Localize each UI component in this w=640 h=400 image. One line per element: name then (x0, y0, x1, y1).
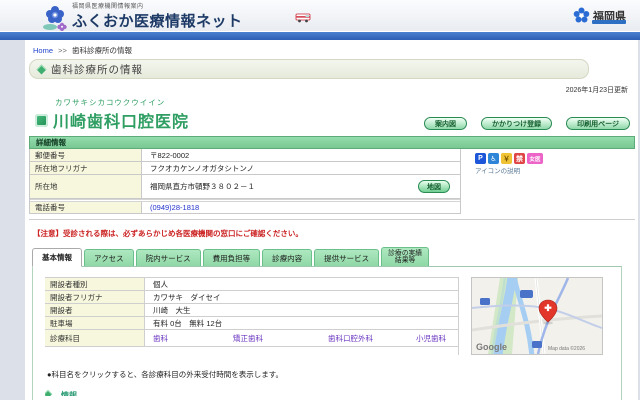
updated-date: 2026年1月23日更新 (565, 87, 628, 94)
barrier-free-icon: ♿ (488, 153, 499, 164)
parking-value: 有料 0台 無料 12台 (153, 318, 223, 328)
family-registration-button[interactable]: かかりつけ登録 (481, 117, 553, 130)
tab-provided-services[interactable]: 提供サービス (314, 249, 380, 266)
diamond-icon (45, 390, 53, 396)
ambulance-icon (295, 13, 311, 23)
table-row: 開設者 川崎 大生 (45, 304, 458, 317)
postal-code-value: 〒822-0002 (150, 150, 190, 160)
credit-card-icon: ￥ (501, 153, 512, 164)
print-page-button[interactable]: 印刷用ページ (566, 117, 630, 130)
location-map[interactable]: Google Map data ©2026 (471, 275, 603, 357)
flower-logo-icon (43, 5, 67, 31)
departments-footnote: ●科目名をクリックすると、各診療科目の外来受付時間を表示します。 (47, 370, 283, 379)
breadcrumb-current: 歯科診療所の情報 (71, 46, 132, 55)
notice-text: 【注意】受診される際は、必ずあらかじめ各医療機関の窓口にご確認ください。 (33, 229, 303, 238)
clinic-header: カワサキシカコウクウイイン 川崎歯科口腔医院 案内図 かかりつけ登録 印刷用ペー… (29, 95, 636, 136)
clinic-name: 川崎歯科口腔医院 (53, 114, 190, 131)
row-label: 所在地フリガナ (30, 162, 142, 174)
clinic-bullet-icon (35, 113, 48, 127)
breadcrumb: Home >> 歯科診療所の情報 (29, 43, 636, 59)
row-label: 所在地 (30, 175, 142, 198)
prefecture-badge (592, 20, 626, 24)
department-link-dentistry[interactable]: 歯科 (153, 333, 233, 344)
tab-costs[interactable]: 費用負担等 (202, 249, 261, 266)
table-row: 郵便番号 〒822-0002 (30, 149, 460, 162)
details-section-header: 詳細情報 (29, 136, 635, 149)
google-logo: Google (476, 342, 507, 352)
table-row: 開設者種別 個人 (45, 278, 458, 291)
prefecture-logo[interactable]: 福岡県 (573, 7, 626, 24)
guide-map-button[interactable]: 案内図 (424, 117, 468, 130)
site-logo[interactable]: 福岡県医療機関情報案内 ふくおか医療情報ネット (42, 1, 243, 31)
tab-results-line2: 結果等 (394, 257, 416, 264)
row-label: 開設者フリガナ (45, 291, 145, 303)
content-panel: Home >> 歯科診療所の情報 歯科診療所の情報 2026年1月23日更新 カ… (25, 40, 638, 400)
tab-access[interactable]: アクセス (84, 249, 134, 266)
clinic-furigana: カワサキシカコウクウイイン (55, 98, 166, 107)
map-button[interactable]: 地図 (418, 180, 450, 193)
row-label: 開設者 (45, 304, 145, 316)
address-value: 福岡県直方市頓野３８０２－１ (150, 182, 255, 191)
icons-caption-link[interactable]: アイコンの説明 (475, 165, 543, 175)
partial-section-text: 情報 (61, 391, 77, 396)
department-link-pediatric-dentistry[interactable]: 小児歯科 (416, 333, 446, 344)
tab-basic-info[interactable]: 基本情報 (32, 248, 82, 267)
tab-results-line1: 診療の実績 (388, 250, 423, 257)
row-label: 郵便番号 (30, 149, 142, 161)
table-row: 所在地フリガナ フクオカケンノオガタシトンノ (30, 162, 460, 175)
prefecture-flower-icon (573, 7, 590, 23)
row-label: 電話番号 (30, 202, 142, 213)
phone-link[interactable]: (0949)28-1818 (150, 203, 199, 212)
address-furigana-value: フクオカケンノオガタシトンノ (150, 163, 255, 173)
details-section: 郵便番号 〒822-0002 所在地フリガナ フクオカケンノオガタシトンノ 所在… (29, 149, 635, 214)
tab-strip: 基本情報 アクセス 院内サービス 費用負担等 診療内容 提供サービス 診療の実績… (32, 247, 636, 267)
table-row: 診療科目 歯科 矯正歯科 歯科口腔外科 小児歯科 (45, 330, 458, 347)
founder-type-value: 個人 (153, 279, 168, 289)
header-divider-bar (0, 31, 640, 40)
map-attribution: Map data ©2026 (548, 345, 585, 352)
partial-section-link[interactable]: 情報 (45, 390, 609, 396)
route-shield-icon (532, 341, 542, 348)
department-link-oral-surgery[interactable]: 歯科口腔外科 (328, 333, 416, 344)
page-title-bar: 歯科診療所の情報 (29, 59, 589, 79)
founder-furigana-value: カワサキ ダイセイ (153, 292, 221, 302)
basic-info-table: 開設者種別 個人 開設者フリガナ カワサキ ダイセイ 開設者 川崎 大生 駐車場… (45, 277, 459, 355)
female-doctor-icon: 女医 (527, 153, 543, 164)
page-title: 歯科診療所の情報 (51, 63, 143, 76)
table-row: 所在地 福岡県直方市頓野３８０２－１ 地図 (30, 175, 460, 199)
site-title: ふくおか医療情報ネット (72, 12, 243, 30)
site-subtitle: 福岡県医療機関情報案内 (72, 3, 144, 10)
department-link-orthodontics[interactable]: 矯正歯科 (233, 333, 328, 344)
no-smoking-icon: 禁 (514, 153, 525, 164)
tab-results[interactable]: 診療の実績 結果等 (381, 247, 430, 266)
row-label: 診療科目 (45, 330, 145, 346)
founder-name-value: 川崎 大生 (153, 305, 191, 315)
row-label: 開設者種別 (45, 278, 145, 290)
route-shield-icon (480, 298, 490, 305)
table-row: 電話番号 (0949)28-1818 (30, 199, 460, 214)
route-shield-icon (520, 290, 533, 298)
tab-treatment-details[interactable]: 診療内容 (262, 249, 313, 266)
breadcrumb-home-link[interactable]: Home (33, 46, 53, 55)
table-row: 開設者フリガナ カワサキ ダイセイ (45, 291, 458, 304)
parking-icon: P (475, 153, 486, 164)
facility-icons-area: P ♿ ￥ 禁 女医 アイコンの説明 (461, 149, 543, 214)
row-label: 駐車場 (45, 317, 145, 329)
table-row: 駐車場 有料 0台 無料 12台 (45, 317, 458, 330)
diamond-icon (36, 64, 47, 74)
basic-info-panel: 開設者種別 個人 開設者フリガナ カワサキ ダイセイ 開設者 川崎 大生 駐車場… (32, 266, 622, 400)
breadcrumb-separator: >> (58, 46, 67, 55)
details-table: 郵便番号 〒822-0002 所在地フリガナ フクオカケンノオガタシトンノ 所在… (29, 149, 461, 214)
site-header: 福岡県医療機関情報案内 ふくおか医療情報ネット 福岡県 (0, 0, 640, 31)
tab-in-hospital-services[interactable]: 院内サービス (135, 249, 201, 266)
